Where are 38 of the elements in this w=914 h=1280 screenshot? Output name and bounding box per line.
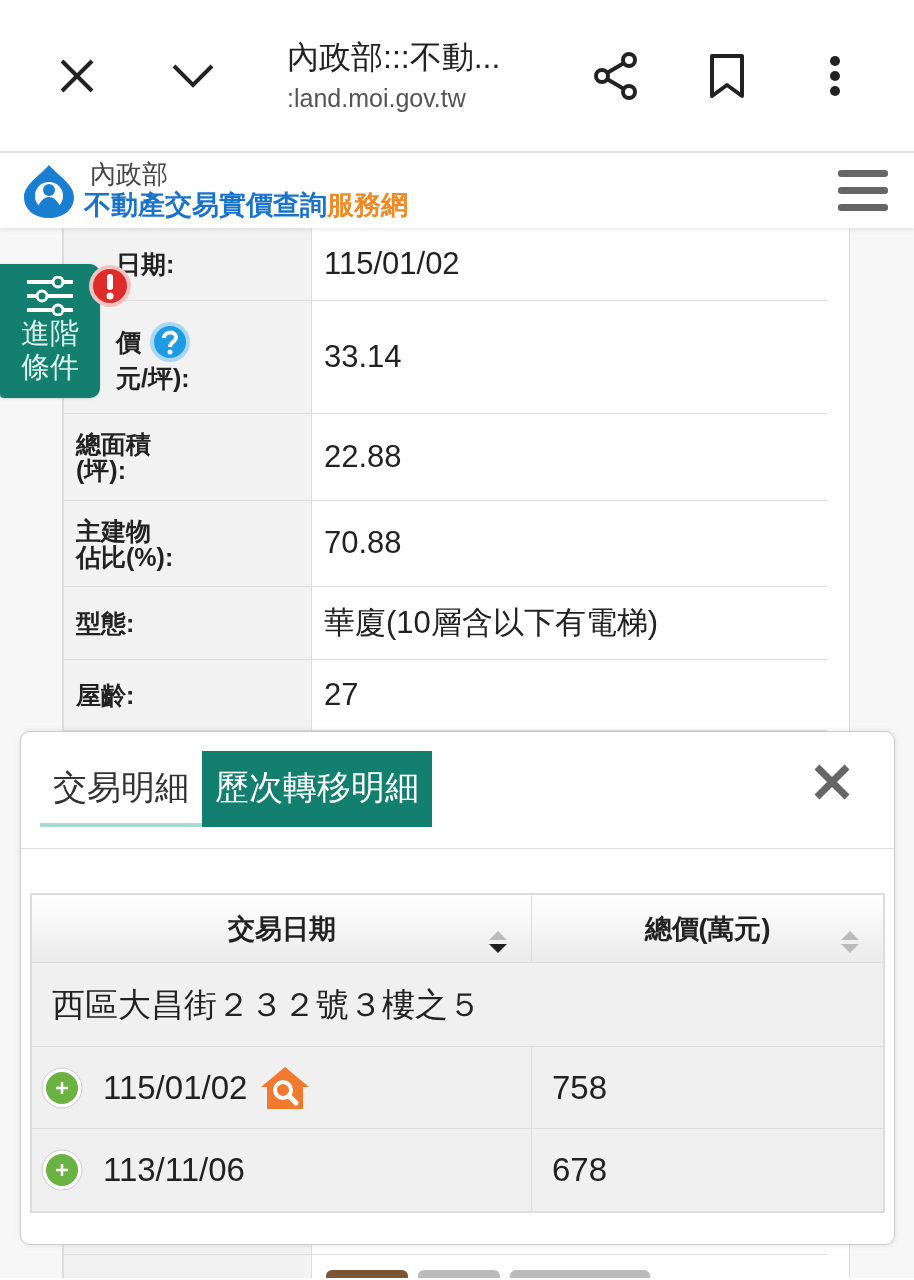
site-title[interactable]: 不動產交易實價查詢 [84, 187, 327, 222]
bookmark-icon[interactable] [709, 52, 745, 99]
menu-icon[interactable] [838, 169, 888, 212]
price-cell-text: 758 [552, 1067, 608, 1108]
page-url: :land.moi.gov.tw [287, 82, 467, 114]
more-icon[interactable] [829, 55, 841, 96]
field-label: 主建物 佔比(%): [76, 517, 175, 570]
field-value: 22.88 [324, 437, 402, 476]
sliders-icon [25, 276, 75, 316]
sort-icon[interactable] [487, 929, 509, 955]
field-label: 型態: [76, 610, 136, 636]
column-header[interactable]: 總價(萬元) [532, 895, 883, 962]
date-cell-text: 113/11/06 [103, 1150, 245, 1191]
filter-label: 進階 條件 [21, 316, 79, 384]
date-cell-text: 115/01/02 [103, 1067, 248, 1108]
tab[interactable]: 歷次轉移明細 [202, 751, 432, 827]
address-group: 西區大昌街２３２號３樓之５ [52, 979, 481, 1030]
field-value: 70.88 [324, 524, 402, 563]
expand-icon[interactable] [41, 1066, 83, 1109]
help-icon[interactable] [149, 321, 191, 363]
advanced-filter-button[interactable]: 進階 條件 [0, 264, 100, 398]
field-value: 33.14 [324, 337, 402, 376]
ministry-name: 內政部 [90, 159, 169, 188]
field-label: 元/坪): [116, 363, 191, 393]
close-icon[interactable] [59, 57, 95, 94]
field-label: 總面積 (坪): [76, 431, 152, 483]
field-label: 屋齡: [76, 682, 136, 708]
column-header[interactable]: 交易日期 [32, 895, 532, 962]
expand-icon[interactable] [41, 1149, 83, 1191]
field-value: 27 [324, 675, 359, 714]
field-value: 華廈(10層含以下有電梯) [324, 603, 659, 642]
site-title-accent[interactable]: 服務網 [327, 187, 408, 222]
share-icon[interactable] [593, 50, 639, 101]
price-cell-text: 678 [552, 1150, 608, 1191]
field-value: 115/01/02 [324, 244, 460, 283]
page-title: 內政部:::不動... [287, 37, 502, 77]
chevron-down-icon[interactable] [171, 62, 215, 89]
field-label: 價 [116, 327, 141, 357]
